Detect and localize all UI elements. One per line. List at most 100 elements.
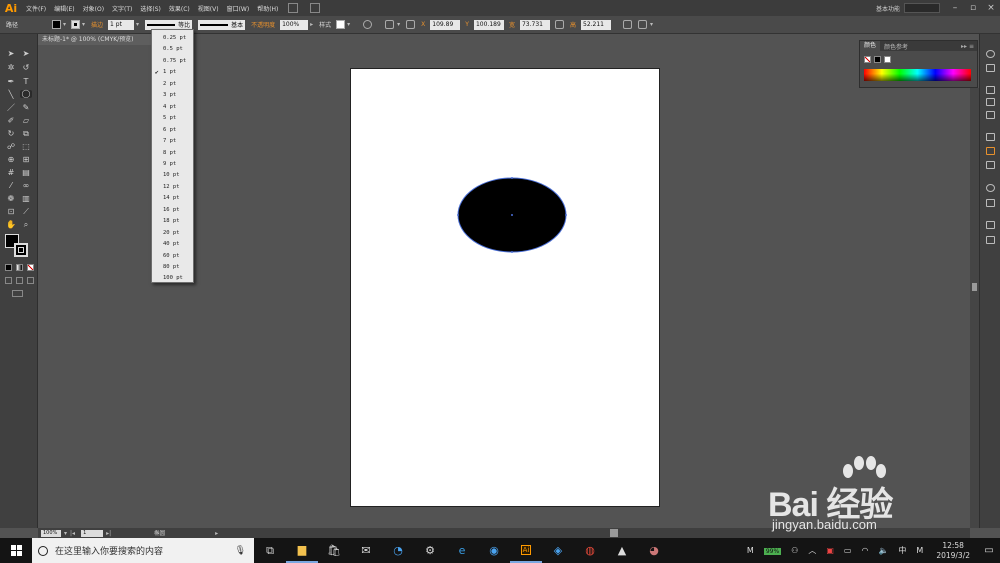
help-search-input[interactable] xyxy=(904,3,940,13)
ellipse-shape[interactable] xyxy=(456,176,568,256)
menu-window[interactable]: 窗口(W) xyxy=(223,4,254,13)
anchor-point-icon[interactable] xyxy=(565,214,567,216)
recolor-artwork-icon[interactable] xyxy=(363,20,373,29)
lasso-tool-icon[interactable]: ↺ xyxy=(21,64,31,72)
symbol-sprayer-tool-icon[interactable]: ❁ xyxy=(6,195,16,203)
internet-explorer-icon[interactable]: e xyxy=(446,538,478,563)
chevron-up-icon[interactable]: ︿ xyxy=(803,545,821,556)
rotate-tool-icon[interactable]: ↻ xyxy=(6,130,16,138)
game-app-icon[interactable]: ◕ xyxy=(638,538,670,563)
wifi-icon[interactable]: ◠ xyxy=(856,546,873,555)
gradient-panel-icon[interactable] xyxy=(986,147,995,155)
color-spectrum[interactable] xyxy=(864,69,971,81)
symbols-icon[interactable] xyxy=(986,111,995,119)
gradient-tool-icon[interactable]: ▤ xyxy=(21,169,31,177)
x-label[interactable]: X xyxy=(418,21,428,28)
shape-builder-tool-icon[interactable]: ⊕ xyxy=(6,156,16,164)
notification-center-icon[interactable]: ▭ xyxy=(978,545,1000,556)
variable-width-profile[interactable]: 等比 xyxy=(145,19,193,30)
y-label[interactable]: Y xyxy=(462,21,472,28)
chevron-down-icon[interactable]: ▾ xyxy=(64,530,67,537)
stroke-panel-icon[interactable] xyxy=(986,133,995,141)
chevron-down-icon[interactable]: ▸ xyxy=(310,21,313,28)
volume-icon[interactable]: 🔈 xyxy=(873,546,893,555)
artboards-icon[interactable] xyxy=(986,236,995,244)
menu-effect[interactable]: 效果(C) xyxy=(165,4,194,13)
mail-icon[interactable]: ✉ xyxy=(350,538,382,563)
taskbar-search-box[interactable]: 在这里输入你要搜索的内容 🎙 xyxy=(32,538,254,563)
arrange-documents-icon[interactable] xyxy=(310,3,321,13)
gradient-mode-button[interactable] xyxy=(16,264,23,271)
selection-tool-icon[interactable]: ➤ xyxy=(6,50,16,58)
store-icon[interactable]: 🛍 xyxy=(318,538,350,563)
maximize-icon[interactable]: ▫ xyxy=(967,2,979,14)
scale-tool-icon[interactable]: ⧉ xyxy=(21,130,31,138)
stroke-weight-option[interactable]: 18 pt xyxy=(152,216,193,227)
stroke-weight-option[interactable]: 16 pt xyxy=(152,205,193,216)
fill-color-swatch[interactable] xyxy=(52,20,61,29)
blob-brush-tool-icon[interactable]: ✐ xyxy=(6,117,16,125)
perspective-grid-tool-icon[interactable]: ⊞ xyxy=(21,156,31,164)
anchor-point-icon[interactable] xyxy=(511,251,513,253)
none-mode-button[interactable] xyxy=(27,264,34,271)
stroke-color-box[interactable] xyxy=(14,243,28,257)
align-icon[interactable] xyxy=(385,20,395,29)
ime-language-indicator[interactable]: 中 xyxy=(893,545,911,556)
artboard-number-field[interactable]: 1 xyxy=(81,529,104,537)
eyedropper-tool-icon[interactable]: ⁄ xyxy=(6,182,16,190)
transform-icon[interactable] xyxy=(623,20,632,29)
zoom-tool-icon[interactable]: ⌕ xyxy=(21,221,31,229)
stroke-weight-option[interactable]: 9 pt xyxy=(152,159,193,170)
menu-select[interactable]: 选择(S) xyxy=(136,4,165,13)
color-guide-icon[interactable] xyxy=(986,64,995,72)
warp-tool-icon[interactable]: ☍ xyxy=(6,143,16,151)
artboard-tool-icon[interactable]: ⊡ xyxy=(6,208,16,216)
settings-icon[interactable]: ⚙ xyxy=(414,538,446,563)
brush-definition[interactable]: 基本 xyxy=(198,19,246,30)
white-swatch[interactable] xyxy=(884,56,891,63)
chevron-down-icon[interactable]: ▾ xyxy=(347,21,350,28)
vertical-scrollbar[interactable] xyxy=(970,88,979,528)
free-transform-tool-icon[interactable]: ⬚ xyxy=(21,143,31,151)
link-icon[interactable] xyxy=(554,20,564,29)
zoom-field[interactable]: 100% xyxy=(41,529,61,537)
battery-icon[interactable]: 99% xyxy=(759,546,786,555)
swatches-icon[interactable] xyxy=(986,86,995,94)
vertical-scroll-thumb[interactable] xyxy=(972,283,977,291)
panel-menu-icon[interactable]: ▸▸ ≡ xyxy=(961,43,974,50)
magic-wand-tool-icon[interactable]: ✲ xyxy=(6,64,16,72)
stroke-weight-option[interactable]: 80 pt xyxy=(152,262,193,273)
menu-view[interactable]: 视图(V) xyxy=(194,4,223,13)
stroke-weight-option[interactable]: 20 pt xyxy=(152,228,193,239)
stroke-weight-option[interactable]: 60 pt xyxy=(152,251,193,262)
color-mode-button[interactable] xyxy=(5,264,12,271)
menu-help[interactable]: 帮助(H) xyxy=(253,4,282,13)
anchor-point-icon[interactable] xyxy=(457,214,459,216)
graphic-style-swatch[interactable] xyxy=(336,20,346,29)
transparency-icon[interactable] xyxy=(986,161,995,169)
stroke-weight-option[interactable]: 3 pt xyxy=(152,90,193,101)
mesh-tool-icon[interactable]: # xyxy=(6,169,16,177)
stroke-weight-option[interactable]: 0.5 pt xyxy=(152,44,193,55)
draw-normal-icon[interactable] xyxy=(5,277,12,284)
graphic-styles-icon[interactable] xyxy=(986,199,995,207)
system-clock[interactable]: 12:58 2019/3/2 xyxy=(928,541,978,561)
screen-mode-icon[interactable] xyxy=(12,290,23,297)
menu-file[interactable]: 文件(F) xyxy=(22,4,50,13)
opacity-field[interactable]: 100% xyxy=(280,19,309,30)
tray-app-icon[interactable]: ▣ xyxy=(821,546,839,555)
illustrator-app-icon[interactable]: Ai xyxy=(510,538,542,563)
stroke-weight-option[interactable]: 6 pt xyxy=(152,125,193,136)
h-field[interactable]: 52.211 xyxy=(581,19,611,30)
chevron-down-icon[interactable]: ▾ xyxy=(397,21,400,28)
chevron-down-icon[interactable]: ▾ xyxy=(136,21,139,28)
artboard[interactable] xyxy=(350,68,660,507)
color-panel-icon[interactable] xyxy=(986,50,995,58)
draw-behind-icon[interactable] xyxy=(16,277,23,284)
stroke-weight-option[interactable]: 40 pt xyxy=(152,239,193,250)
qq-browser-icon[interactable]: ◉ xyxy=(478,538,510,563)
chevron-down-icon[interactable]: ▾ xyxy=(82,21,85,28)
stroke-weight-option[interactable]: 7 pt xyxy=(152,136,193,147)
column-graph-tool-icon[interactable]: ▥ xyxy=(21,195,31,203)
start-button[interactable] xyxy=(0,538,32,563)
